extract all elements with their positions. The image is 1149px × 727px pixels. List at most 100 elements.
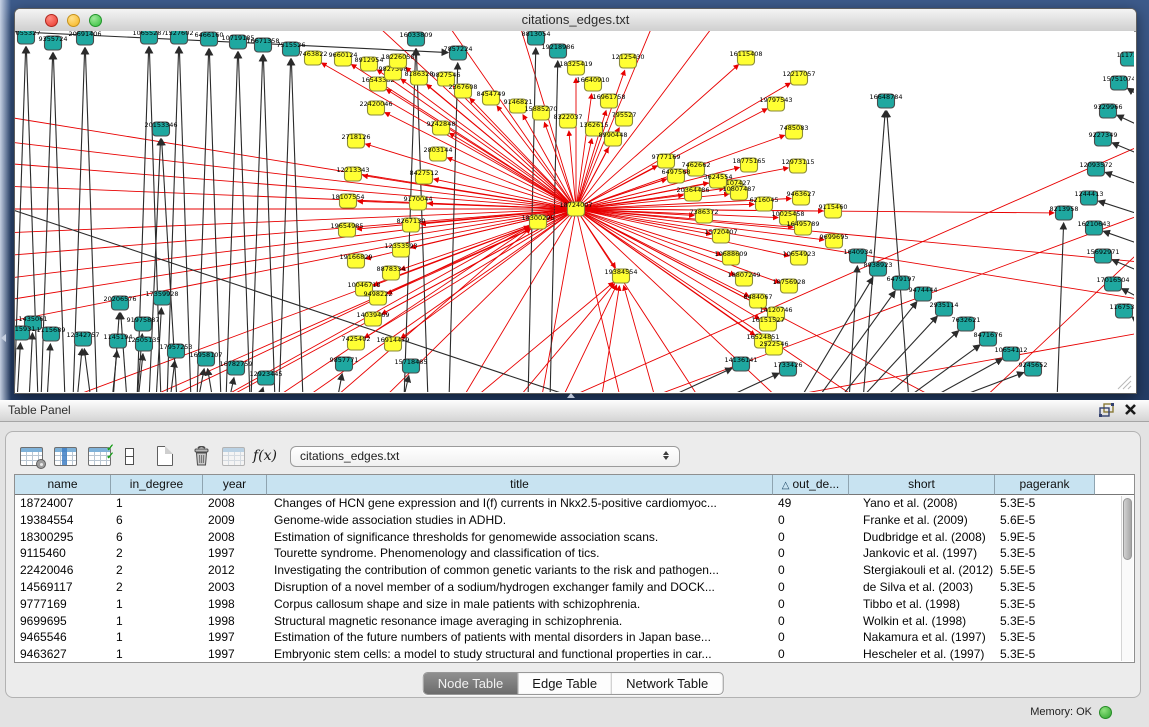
graph-node[interactable]: 16033809	[399, 31, 432, 46]
graph-node[interactable]: 18325419	[559, 60, 592, 75]
graph-node[interactable]: 9699695	[820, 233, 849, 248]
graph-node[interactable]: 9474444	[909, 286, 938, 301]
graph-node[interactable]: 19218986	[541, 43, 574, 58]
graph-node[interactable]: 20206576	[103, 295, 136, 310]
show-columns-button[interactable]	[52, 444, 78, 468]
graph-node[interactable]: 19384554	[604, 268, 637, 283]
tab-node-table[interactable]: Node Table	[424, 673, 518, 694]
graph-node[interactable]: 795527	[612, 111, 637, 126]
graph-node[interactable]: 10688609	[714, 250, 747, 265]
minimize-window-button[interactable]	[67, 14, 80, 27]
graph-node[interactable]: 12125430	[611, 53, 644, 68]
graph-node[interactable]: 17957253	[159, 343, 192, 358]
graph-node[interactable]: 9777169	[652, 153, 681, 168]
graph-node[interactable]: 16958107	[189, 351, 222, 366]
graph-node[interactable]: 12353593	[384, 242, 417, 257]
graph-node[interactable]: 8213958	[1050, 205, 1079, 220]
graph-node[interactable]: 18775165	[732, 157, 765, 172]
column-header-year[interactable]: year	[203, 475, 267, 495]
graph-node[interactable]: 10654923	[782, 250, 815, 265]
graph-node[interactable]: 12973115	[781, 158, 814, 173]
split-handle-icon[interactable]	[567, 393, 575, 398]
graph-node[interactable]: 6466160	[195, 31, 224, 46]
graph-node[interactable]: 8938923	[864, 261, 893, 276]
graph-node[interactable]: 8427512	[410, 169, 439, 184]
graph-node[interactable]: 9355724	[39, 35, 68, 50]
graph-node[interactable]: 12213343	[336, 166, 369, 181]
table-row[interactable]: 2242004622012Investigating the contribut…	[15, 562, 1134, 579]
tab-edge-table[interactable]: Edge Table	[517, 673, 611, 694]
graph-node[interactable]: 1115689	[37, 326, 66, 341]
graph-node[interactable]: 15751074	[1102, 75, 1134, 90]
graph-node[interactable]: 16210643	[1077, 220, 1110, 235]
graph-node[interactable]: 8471676	[974, 331, 1003, 346]
graph-node[interactable]: 2718126	[342, 133, 371, 148]
rows-button[interactable]	[116, 444, 142, 468]
table-row[interactable]: 1872400712008Changes of HCN gene express…	[15, 495, 1134, 512]
graph-node[interactable]: 9115460	[819, 203, 848, 218]
column-header-in-degree[interactable]: in_degree	[111, 475, 203, 495]
delete-button[interactable]	[188, 444, 214, 468]
table-row[interactable]: 1456911722003Disruption of a novel membe…	[15, 579, 1134, 596]
graph-node[interactable]: 18807249	[727, 271, 760, 286]
graph-node[interactable]: 16914479	[376, 336, 409, 351]
graph-node[interactable]: 22420046	[359, 100, 392, 115]
graph-node[interactable]: 7857224	[444, 45, 473, 60]
graph-node[interactable]: 16961758	[592, 93, 625, 108]
graph-node[interactable]: 16782759	[219, 360, 252, 375]
graph-node[interactable]: 7632621	[952, 316, 981, 331]
graph-node[interactable]: 17359928	[145, 290, 178, 305]
table-row[interactable]: 977716911998Corpus callosum shape and si…	[15, 596, 1134, 613]
graph-node[interactable]: 16648784	[869, 93, 902, 108]
graph-node[interactable]: 16495789	[786, 220, 819, 235]
close-panel-icon[interactable]	[1124, 403, 1137, 421]
graph-node[interactable]: 1527602	[165, 31, 194, 44]
graph-node[interactable]: 12505135	[127, 336, 160, 351]
graph-node[interactable]: 8878334	[377, 265, 406, 280]
graph-node[interactable]: 7425402	[342, 335, 371, 350]
graph-node[interactable]: 8186328	[405, 70, 434, 85]
graph-node[interactable]: 91975887	[126, 316, 159, 331]
graph-node[interactable]: 20691406	[68, 31, 101, 45]
graph-node[interactable]: 2935114	[930, 301, 959, 316]
graph-node[interactable]: 15720407	[704, 228, 737, 243]
graph-node[interactable]: 16671358	[246, 37, 279, 52]
column-header-title[interactable]: title	[267, 475, 773, 495]
float-window-icon[interactable]	[1099, 403, 1115, 422]
table-row[interactable]: 1938455462009Genome-wide association stu…	[15, 512, 1134, 529]
graph-node[interactable]: 1167534	[1110, 303, 1134, 318]
scrollbar-thumb[interactable]	[1123, 498, 1132, 560]
graph-node[interactable]: 18300295	[521, 214, 554, 229]
vertical-scrollbar[interactable]	[1121, 496, 1133, 661]
table-row[interactable]: 946554611997Estimation of the future num…	[15, 629, 1134, 646]
graph-node[interactable]: 16115408	[729, 50, 762, 65]
graph-node[interactable]: 17016504	[1096, 276, 1129, 291]
graph-node[interactable]: 2055327	[15, 31, 40, 44]
citation-network-graph[interactable]: 1872400718300295122133431810755419654985…	[15, 31, 1134, 392]
function-builder-button[interactable]: f(x)	[252, 444, 278, 468]
graph-node[interactable]: 18107554	[331, 193, 364, 208]
graph-node[interactable]: 7463822	[299, 50, 328, 65]
graph-node[interactable]: 9660124	[329, 51, 358, 66]
close-window-button[interactable]	[45, 14, 58, 27]
graph-node[interactable]: 9463627	[787, 190, 816, 205]
graph-node[interactable]: 2522546	[760, 340, 789, 355]
table-selector-dropdown[interactable]: citations_edges.txt	[290, 446, 680, 467]
graph-node[interactable]: 6216045	[750, 196, 779, 211]
maximize-window-button[interactable]	[89, 14, 102, 27]
graph-node[interactable]: 10654112	[994, 346, 1027, 361]
graph-node[interactable]: 20153346	[144, 121, 177, 136]
table-row[interactable]: 1830029562008Estimation of significance …	[15, 529, 1134, 546]
table-settings-button[interactable]	[18, 444, 44, 468]
graph-node[interactable]: 16151527	[751, 316, 784, 331]
table-row[interactable]: 946362711997Embryonic stem cells: a mode…	[15, 646, 1134, 663]
tab-network-table[interactable]: Network Table	[611, 673, 722, 694]
column-header-out-de-[interactable]: △out_de...	[773, 475, 849, 495]
column-header-name[interactable]: name	[15, 475, 111, 495]
column-header-pagerank[interactable]: pagerank	[995, 475, 1095, 495]
graph-node[interactable]: 14039469	[356, 311, 389, 326]
column-header-short[interactable]: short	[849, 475, 995, 495]
graph-node[interactable]: 19654985	[330, 222, 363, 237]
graph-node[interactable]: 2803144	[424, 146, 453, 161]
graph-node[interactable]: 18756928	[772, 278, 805, 293]
